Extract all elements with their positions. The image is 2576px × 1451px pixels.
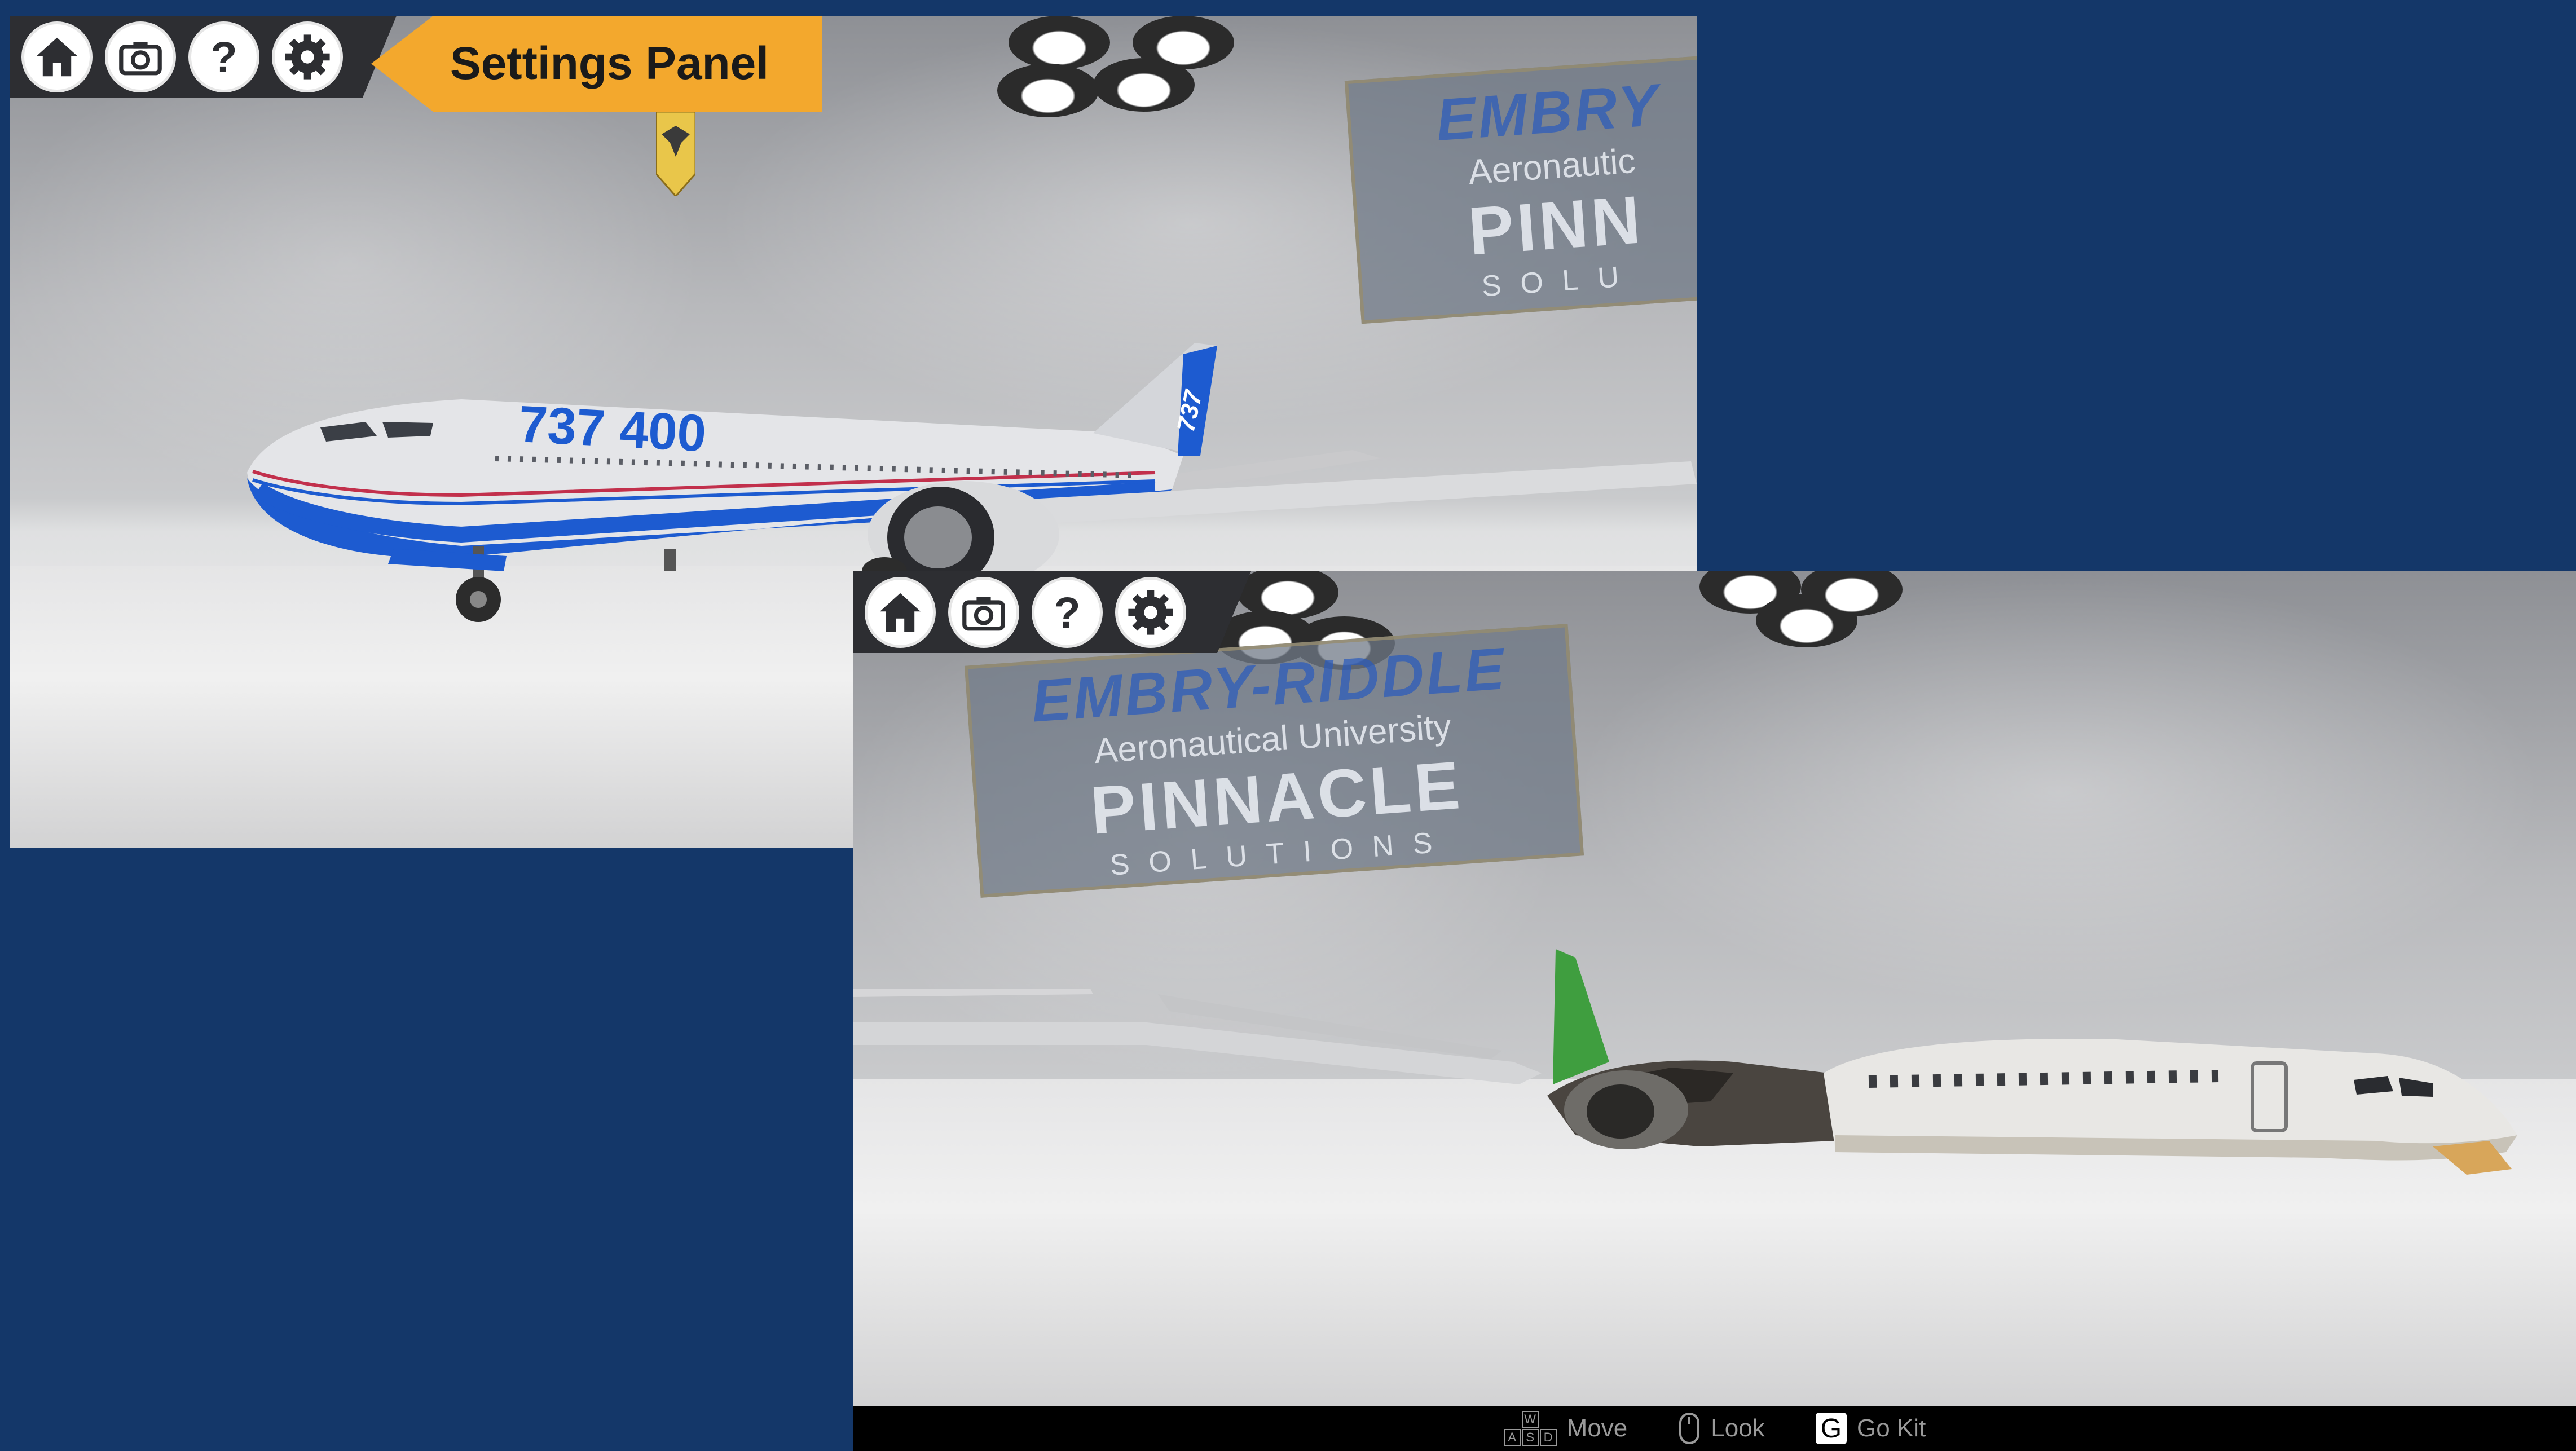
key-d: D xyxy=(1539,1429,1557,1446)
callout-text: Settings Panel xyxy=(450,38,769,89)
move-hint: W A S D Move xyxy=(1503,1411,1628,1446)
camera-button[interactable] xyxy=(948,577,1019,648)
wrecked-aircraft[interactable] xyxy=(853,932,2576,1192)
home-icon xyxy=(32,32,82,82)
camera-icon xyxy=(958,587,1009,638)
controls-hint-bar: W A S D Move Look G Go Kit xyxy=(853,1406,2576,1451)
ceiling-lamp xyxy=(997,64,1099,117)
help-button[interactable]: ? xyxy=(1032,577,1103,648)
camera-button[interactable] xyxy=(105,21,176,92)
question-mark-icon: ? xyxy=(199,32,249,82)
hangar-banner: EMBRY-RIDDLE Aeronautical University PIN… xyxy=(964,624,1584,898)
eagle-pennant-icon xyxy=(656,112,695,196)
gear-icon xyxy=(1125,587,1176,638)
ceiling-lamp xyxy=(1009,16,1110,69)
key-w: W xyxy=(1521,1411,1539,1428)
toolbar-top: ? xyxy=(10,16,397,98)
move-label: Move xyxy=(1566,1414,1628,1442)
ceiling-lamp xyxy=(1093,58,1195,112)
question-mark-icon: ? xyxy=(1042,587,1093,638)
key-a: A xyxy=(1503,1429,1521,1446)
svg-text:?: ? xyxy=(210,33,237,82)
camera-icon xyxy=(115,32,166,82)
mouse-icon xyxy=(1679,1413,1700,1444)
go-kit-label: Go Kit xyxy=(1857,1414,1926,1442)
gear-icon xyxy=(282,32,333,82)
toolbar-bottom: ? xyxy=(853,571,1251,653)
look-label: Look xyxy=(1711,1414,1765,1442)
settings-button[interactable] xyxy=(1115,577,1186,648)
home-icon xyxy=(875,587,926,638)
settings-panel-callout: Settings Panel xyxy=(371,16,822,112)
help-button[interactable]: ? xyxy=(188,21,259,92)
key-s: S xyxy=(1521,1429,1539,1446)
home-button[interactable] xyxy=(865,577,936,648)
go-kit-hint: G Go Kit xyxy=(1815,1413,1926,1444)
home-button[interactable] xyxy=(21,21,93,92)
settings-button[interactable] xyxy=(272,21,343,92)
svg-text:?: ? xyxy=(1054,589,1080,637)
key-g: G xyxy=(1815,1413,1847,1444)
livery-text: 737 400 xyxy=(517,395,707,462)
wasd-keys-icon: W A S D xyxy=(1503,1411,1557,1446)
banner-line-3: PINN xyxy=(1465,181,1646,270)
hangar-banner-partial: EMBRY Aeronautic PINN SOLU xyxy=(1344,52,1697,324)
look-hint: Look xyxy=(1678,1412,1765,1445)
viewport-bottom[interactable]: EMBRY-RIDDLE Aeronautical University PIN… xyxy=(853,571,2576,1451)
